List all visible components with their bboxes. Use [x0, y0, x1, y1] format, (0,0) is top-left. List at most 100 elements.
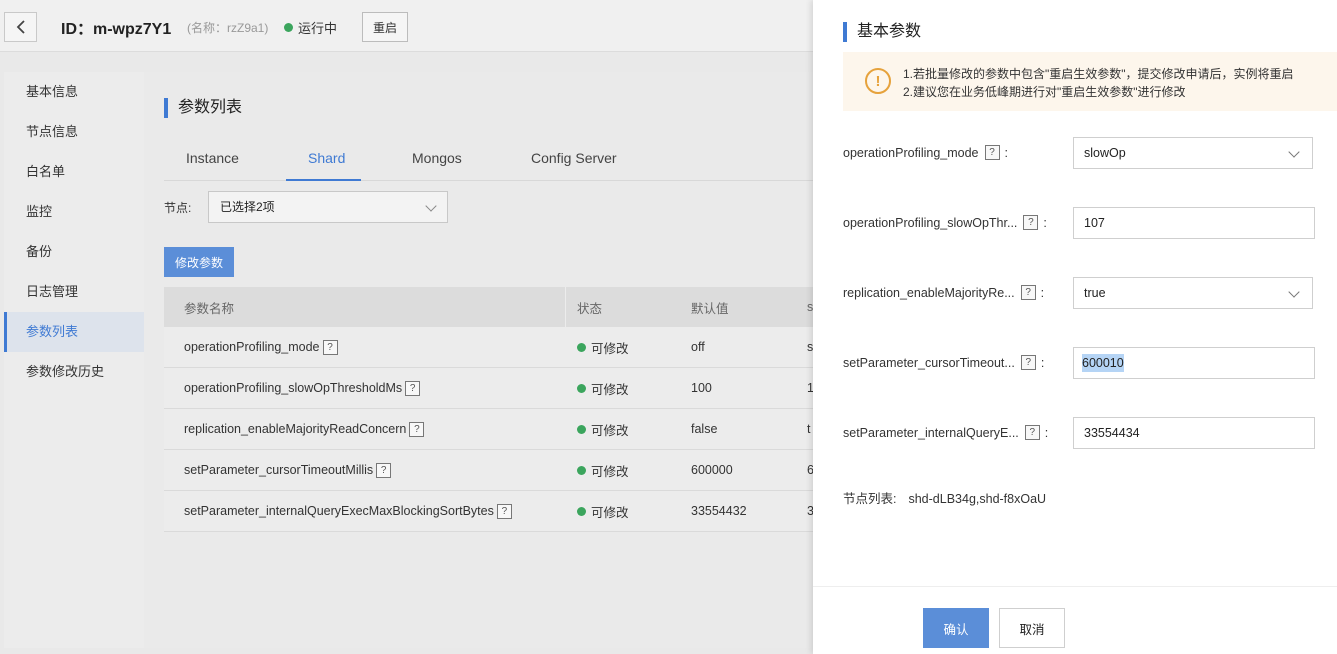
- instance-id: ID：m-wpz7Y1: [61, 21, 172, 38]
- chevron-down-icon: [1288, 286, 1300, 298]
- status-dot-icon: [577, 424, 586, 434]
- warning-icon: !: [865, 68, 891, 94]
- param-status: 可修改: [591, 341, 629, 356]
- table-row: operationProfiling_slowOpThresholdMs? 可修…: [164, 368, 814, 409]
- back-button[interactable]: [4, 12, 37, 42]
- param-status: 可修改: [591, 423, 629, 438]
- chevron-down-icon: [425, 200, 437, 212]
- tab-config-server[interactable]: Config Server: [531, 150, 617, 166]
- table-row: replication_enableMajorityReadConcern? 可…: [164, 409, 813, 450]
- majority-read-concern-select[interactable]: true: [1073, 277, 1313, 309]
- status-badge: 运行中: [284, 18, 337, 37]
- drawer-footer: 确认 取消: [813, 586, 1337, 654]
- status-dot-icon: [577, 383, 586, 393]
- field-row: operationProfiling_mode ? : slowOp: [843, 137, 1315, 169]
- sidebar-item-basic-info[interactable]: 基本信息: [4, 72, 144, 112]
- table-header: 参数名称 状态 默认值 s: [164, 287, 813, 327]
- help-icon[interactable]: ?: [322, 339, 338, 355]
- alert-line-1: 1.若批量修改的参数中包含"重启生效参数"，提交修改申请后，实例将重启: [903, 67, 1294, 81]
- max-blocking-sort-bytes-input[interactable]: 33554434: [1073, 417, 1315, 449]
- field-label: setParameter_cursorTimeout...: [843, 355, 1015, 370]
- cursor-timeout-input[interactable]: 600010: [1073, 347, 1315, 379]
- warning-alert: ! 1.若批量修改的参数中包含"重启生效参数"，提交修改申请后，实例将重启 2.…: [843, 52, 1337, 111]
- field-colon: :: [1040, 355, 1045, 370]
- field-label: replication_enableMajorityRe...: [843, 285, 1015, 300]
- sidebar-item-param-history[interactable]: 参数修改历史: [4, 352, 144, 392]
- cancel-button[interactable]: 取消: [999, 608, 1065, 648]
- node-select[interactable]: 已选择2项: [208, 191, 448, 223]
- header-status: 状态: [577, 301, 603, 316]
- field-colon: :: [1040, 285, 1045, 300]
- alert-line-2: 2.建议您在业务低峰期进行对"重启生效参数"进行修改: [903, 85, 1186, 99]
- input-value: 33554434: [1084, 426, 1140, 440]
- header-default: 默认值: [691, 301, 729, 316]
- field-row: setParameter_cursorTimeout... ? : 600010: [843, 347, 1315, 379]
- drawer-title: 基本参数: [843, 22, 921, 42]
- help-icon[interactable]: ?: [1020, 355, 1036, 370]
- node-list-value: shd-dLB34g,shd-f8xOaU: [908, 492, 1047, 506]
- help-icon[interactable]: ?: [1023, 215, 1039, 230]
- field-label: setParameter_internalQueryE...: [843, 425, 1019, 440]
- param-current: t: [807, 422, 811, 436]
- param-status: 可修改: [591, 505, 629, 520]
- running-dot-icon: [284, 23, 293, 32]
- status-text: 运行中: [298, 21, 338, 36]
- node-list: 节点列表: shd-dLB34g,shd-f8xOaU: [843, 488, 1046, 507]
- param-name: setParameter_cursorTimeoutMillis: [184, 463, 374, 477]
- slow-op-threshold-input[interactable]: 107: [1073, 207, 1315, 239]
- field-colon: :: [1043, 215, 1047, 230]
- param-status: 可修改: [591, 382, 629, 397]
- field-row: setParameter_internalQueryE... ? : 33554…: [843, 417, 1315, 449]
- help-icon[interactable]: ?: [376, 462, 392, 478]
- instance-header: ID：m-wpz7Y1 (名称：rzZ9a1) 运行中 重启: [0, 0, 813, 52]
- status-dot-icon: [577, 342, 586, 352]
- status-dot-icon: [577, 465, 586, 475]
- modify-params-button[interactable]: 修改参数: [164, 247, 234, 277]
- sidebar: 基本信息 节点信息 白名单 监控 备份 日志管理 参数列表 参数修改历史: [4, 72, 144, 648]
- header-param-name: 参数名称: [184, 301, 235, 316]
- sidebar-item-node-info[interactable]: 节点信息: [4, 112, 144, 152]
- column-divider: [565, 287, 566, 327]
- param-name: operationProfiling_mode: [184, 340, 320, 354]
- confirm-button[interactable]: 确认: [923, 608, 989, 648]
- input-value-selected: 600010: [1082, 354, 1124, 372]
- edit-params-drawer: 基本参数 ! 1.若批量修改的参数中包含"重启生效参数"，提交修改申请后，实例将…: [813, 0, 1337, 654]
- node-label: 节点:: [164, 201, 192, 215]
- page-title: 参数列表: [164, 98, 242, 118]
- table-row: operationProfiling_mode? 可修改 off s: [164, 327, 813, 368]
- help-icon[interactable]: ?: [984, 145, 1000, 160]
- input-value: 107: [1084, 216, 1105, 230]
- table-row: setParameter_cursorTimeoutMillis? 可修改 60…: [164, 450, 814, 491]
- param-name: setParameter_internalQueryExecMaxBlockin…: [184, 504, 494, 518]
- field-colon: :: [1004, 145, 1008, 160]
- help-icon[interactable]: ?: [496, 503, 512, 519]
- table-row: setParameter_internalQueryExecMaxBlockin…: [164, 491, 814, 532]
- restart-button[interactable]: 重启: [362, 12, 408, 42]
- chevron-down-icon: [1288, 146, 1300, 158]
- param-default: off: [691, 340, 705, 354]
- field-label: operationProfiling_slowOpThr...: [843, 215, 1018, 230]
- help-icon[interactable]: ?: [405, 380, 421, 396]
- param-default: 600000: [691, 463, 733, 477]
- main-content: 参数列表 Instance Shard Mongos Config Server…: [144, 72, 814, 648]
- field-colon: :: [1044, 425, 1049, 440]
- sidebar-item-param-list[interactable]: 参数列表: [4, 312, 144, 352]
- tab-instance[interactable]: Instance: [186, 150, 239, 166]
- node-select-value: 已选择2项: [220, 200, 275, 214]
- sidebar-item-monitor[interactable]: 监控: [4, 192, 144, 232]
- tab-mongos[interactable]: Mongos: [412, 150, 462, 166]
- param-name: operationProfiling_slowOpThresholdMs: [184, 381, 403, 395]
- sidebar-item-whitelist[interactable]: 白名单: [4, 152, 144, 192]
- tab-shard[interactable]: Shard: [308, 150, 345, 166]
- chevron-left-icon: [16, 20, 25, 34]
- param-table: 参数名称 状态 默认值 s operationProfiling_mode? 可…: [164, 287, 814, 532]
- operation-profiling-mode-select[interactable]: slowOp: [1073, 137, 1313, 169]
- param-status: 可修改: [591, 464, 629, 479]
- help-icon[interactable]: ?: [1024, 425, 1040, 440]
- field-row: operationProfiling_slowOpThr... ? : 107: [843, 207, 1315, 239]
- sidebar-item-logs[interactable]: 日志管理: [4, 272, 144, 312]
- sidebar-item-backup[interactable]: 备份: [4, 232, 144, 272]
- help-icon[interactable]: ?: [409, 421, 425, 437]
- help-icon[interactable]: ?: [1020, 285, 1036, 300]
- select-value: slowOp: [1084, 146, 1126, 160]
